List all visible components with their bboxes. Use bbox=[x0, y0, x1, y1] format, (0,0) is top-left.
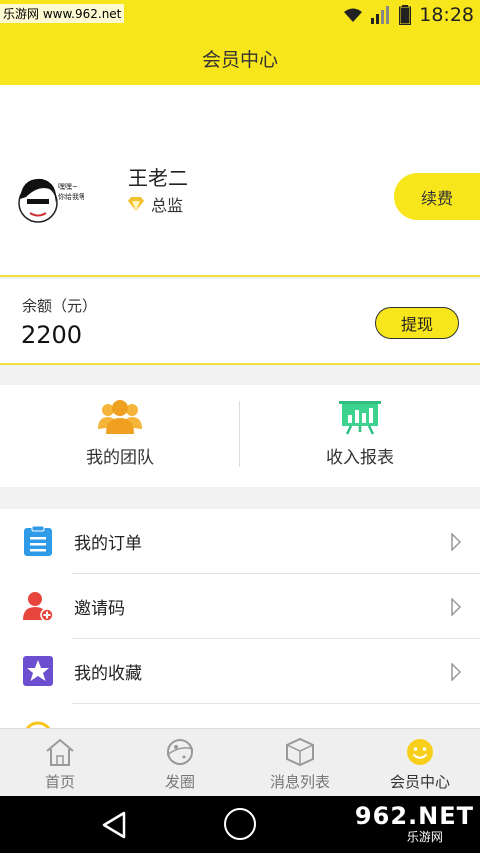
vip-title: 总监 bbox=[151, 196, 184, 215]
system-nav-bar: 962.NET 乐游网 bbox=[0, 796, 480, 853]
svg-text:嘿嘿~: 嘿嘿~ bbox=[58, 183, 78, 191]
my-team-label: 我的团队 bbox=[86, 448, 154, 468]
balance-value: 2200 bbox=[21, 321, 83, 349]
status-time: 18:28 bbox=[419, 4, 474, 26]
income-report-shortcut[interactable]: 收入报表 bbox=[240, 385, 480, 487]
menu-label: 我的收藏 bbox=[74, 664, 142, 684]
tab-label: 会员中心 bbox=[389, 773, 450, 791]
watermark-logo: 962.NET bbox=[354, 802, 474, 830]
bottom-tab-bar: 首页 发圈 消息列表 会员中心 bbox=[0, 728, 480, 796]
income-report-label: 收入报表 bbox=[326, 448, 394, 468]
team-icon bbox=[98, 400, 142, 434]
report-chart-icon bbox=[339, 401, 381, 435]
watermark-top: 乐游网 www.962.net bbox=[0, 4, 125, 23]
menu-item-invite-code[interactable]: 邀请码 bbox=[0, 574, 480, 639]
app-header: 会员中心 bbox=[0, 32, 480, 85]
chevron-right-icon bbox=[451, 663, 462, 681]
renew-button[interactable]: 续费 bbox=[394, 173, 480, 220]
star-icon bbox=[23, 656, 53, 686]
my-team-shortcut[interactable]: 我的团队 bbox=[0, 385, 240, 487]
tab-member-center[interactable]: 会员中心 bbox=[360, 729, 480, 796]
balance-label: 余额（元） bbox=[22, 297, 98, 315]
tab-moments[interactable]: 发圈 bbox=[120, 729, 240, 796]
avatar[interactable]: 嘿嘿~ 你给我等 bbox=[18, 169, 84, 227]
tab-home[interactable]: 首页 bbox=[0, 729, 120, 796]
tab-label: 首页 bbox=[44, 773, 75, 791]
watermark-bottom: 962.NET 乐游网 bbox=[355, 802, 474, 845]
smiley-icon bbox=[407, 739, 433, 765]
status-bar: 乐游网 www.962.net 18:28 bbox=[0, 0, 480, 32]
vip-level: 总监 bbox=[127, 192, 183, 216]
menu-item-partial[interactable] bbox=[0, 704, 480, 728]
svg-text:你给我等: 你给我等 bbox=[58, 192, 84, 201]
wifi-icon bbox=[344, 8, 363, 22]
menu-label: 邀请码 bbox=[74, 599, 125, 619]
menu-item-my-orders[interactable]: 我的订单 bbox=[0, 509, 480, 574]
withdraw-label: 提现 bbox=[400, 315, 433, 334]
chevron-right-icon bbox=[451, 533, 462, 551]
partial-circle-icon bbox=[25, 721, 51, 728]
withdraw-button[interactable]: 提现 bbox=[375, 307, 459, 339]
back-icon[interactable] bbox=[100, 810, 128, 840]
profile-card: 嘿嘿~ 你给我等 王老二 总监 续费 bbox=[0, 85, 480, 277]
watermark-sub: 乐游网 bbox=[406, 830, 443, 844]
menu-item-my-favorites[interactable]: 我的收藏 bbox=[0, 639, 480, 704]
balance-section: 余额（元） 2200 提现 bbox=[0, 279, 480, 365]
chevron-right-icon bbox=[451, 598, 462, 616]
tab-messages[interactable]: 消息列表 bbox=[240, 729, 360, 796]
renew-label: 续费 bbox=[420, 188, 453, 208]
signal-icon bbox=[371, 6, 390, 24]
status-icons: 18:28 bbox=[343, 4, 474, 26]
order-clipboard-icon bbox=[24, 525, 52, 556]
home-button[interactable] bbox=[224, 808, 256, 840]
username: 王老二 bbox=[128, 166, 188, 190]
tab-label: 消息列表 bbox=[269, 773, 330, 791]
box-icon bbox=[286, 737, 314, 767]
shortcut-grid: 我的团队 收入报表 bbox=[0, 385, 480, 487]
tab-label: 发圈 bbox=[164, 773, 195, 791]
diamond-icon bbox=[128, 197, 144, 211]
menu-list: 我的订单 邀请码 我的收藏 bbox=[0, 509, 480, 728]
battery-icon bbox=[399, 5, 412, 25]
home-icon bbox=[46, 738, 74, 766]
page-title: 会员中心 bbox=[201, 49, 278, 71]
planet-icon bbox=[166, 739, 194, 765]
invite-user-icon bbox=[23, 592, 54, 622]
menu-label: 我的订单 bbox=[74, 534, 142, 554]
